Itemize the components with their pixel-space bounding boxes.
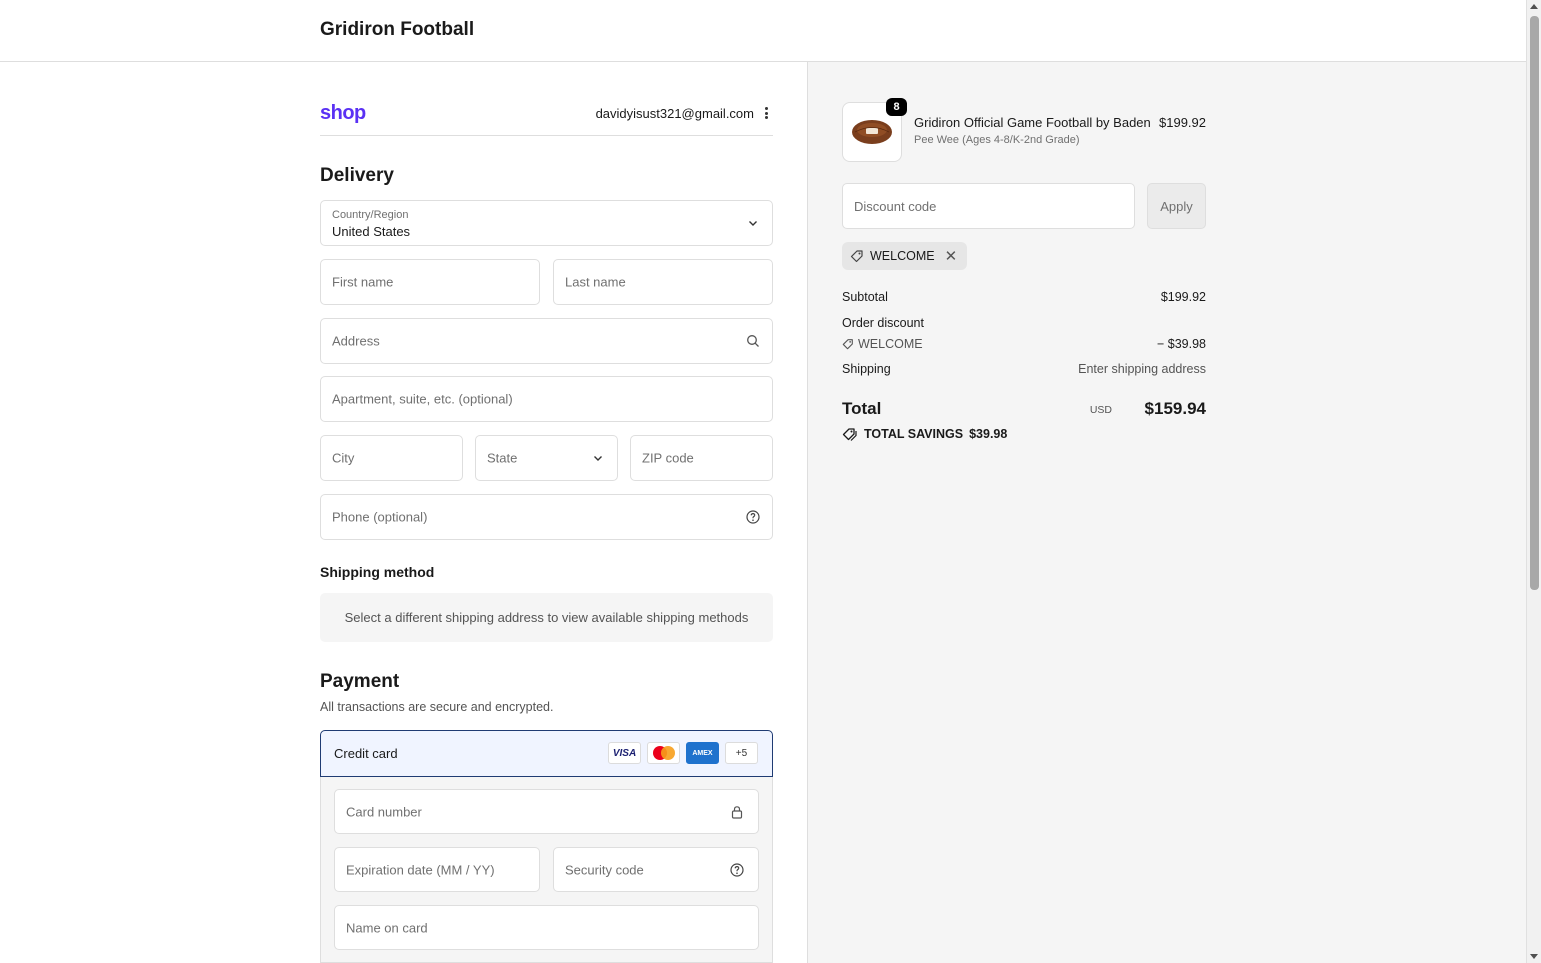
name-on-card-placeholder: Name on card (346, 920, 428, 935)
discount-value: − $39.98 (1156, 337, 1206, 351)
shipping-method-heading: Shipping method (320, 564, 435, 580)
discount-code-row: WELCOME − $39.98 (842, 337, 1206, 353)
country-label: Country/Region (332, 209, 409, 221)
state-placeholder: State (487, 450, 518, 466)
scroll-up-arrow-icon[interactable] (1530, 4, 1538, 9)
shipping-row: Shipping Enter shipping address (842, 362, 1206, 376)
savings-label: TOTAL SAVINGS (864, 427, 964, 441)
card-number-placeholder: Card number (346, 804, 422, 819)
remove-discount-icon[interactable]: ✕ (945, 247, 958, 265)
page-scrollbar[interactable] (1526, 0, 1541, 963)
total-value: $159.94 (1144, 399, 1206, 418)
shop-account-row: shop davidyisust321@gmail.com (320, 102, 773, 136)
credit-card-fields: Card number Expiration date (MM / YY) Se… (320, 777, 773, 963)
shipping-label: Shipping (842, 362, 891, 376)
amex-logo: AMEX (686, 742, 719, 764)
savings-value: $39.98 (969, 427, 1008, 441)
tag-icon (842, 339, 853, 350)
help-circle-icon[interactable] (746, 510, 760, 524)
security-code-placeholder: Security code (565, 862, 644, 877)
payment-subtitle: All transactions are secure and encrypte… (320, 700, 554, 714)
store-name[interactable]: Gridiron Football (320, 19, 474, 41)
scroll-down-arrow-icon[interactable] (1530, 954, 1538, 959)
credit-card-label: Credit card (334, 746, 398, 761)
applied-code-label: WELCOME (870, 249, 935, 263)
city-input[interactable]: City (320, 435, 463, 481)
product-name: Gridiron Official Game Football by Baden (914, 115, 1151, 130)
apartment-input[interactable]: Apartment, suite, etc. (optional) (320, 376, 773, 422)
phone-placeholder: Phone (optional) (332, 509, 428, 525)
savings-tag-icon (842, 428, 857, 441)
discount-placeholder: Discount code (854, 199, 937, 214)
first-name-input[interactable]: First name (320, 259, 540, 305)
order-discount-row: Order discount (842, 316, 1206, 330)
product-variant: Pee Wee (Ages 4-8/K-2nd Grade) (914, 134, 1080, 146)
expiration-input[interactable]: Expiration date (MM / YY) (334, 847, 540, 892)
city-placeholder: City (332, 450, 355, 466)
header: Gridiron Football (0, 0, 1526, 62)
card-number-input[interactable]: Card number (334, 789, 759, 834)
applied-discount-chip: WELCOME ✕ (842, 242, 968, 270)
currency-label: USD (1089, 404, 1112, 416)
mastercard-logo (647, 742, 680, 764)
order-summary: 8 Gridiron Official Game Football by Bad… (808, 62, 1526, 963)
address-input[interactable]: Address (320, 318, 773, 364)
chevron-down-icon (749, 221, 757, 226)
shipping-method-note: Select a different shipping address to v… (320, 593, 773, 642)
quantity-badge: 8 (886, 98, 907, 116)
discount-code-input[interactable]: Discount code (842, 183, 1135, 229)
lock-icon (731, 805, 743, 819)
last-name-input[interactable]: Last name (553, 259, 773, 305)
first-name-placeholder: First name (332, 274, 394, 290)
kebab-menu-icon[interactable] (762, 105, 770, 121)
country-select[interactable]: Country/Region United States (320, 200, 773, 246)
zip-placeholder: ZIP code (642, 450, 694, 466)
subtotal-value: $199.92 (1160, 290, 1206, 304)
order-discount-label: Order discount (842, 316, 924, 330)
tag-icon (850, 250, 863, 263)
state-select[interactable]: State (475, 435, 618, 481)
zip-input[interactable]: ZIP code (630, 435, 773, 481)
checkout-form: shop davidyisust321@gmail.com Delivery C… (0, 62, 808, 963)
apply-button[interactable]: Apply (1147, 183, 1206, 229)
chevron-down-icon (594, 456, 602, 461)
last-name-placeholder: Last name (565, 274, 626, 290)
payment-heading: Payment (320, 671, 400, 692)
more-cards-badge: +5 (725, 742, 758, 764)
account-email: davidyisust321@gmail.com (595, 106, 754, 121)
total-savings: TOTAL SAVINGS $39.98 (842, 427, 1007, 441)
address-placeholder: Address (332, 333, 380, 349)
expiration-placeholder: Expiration date (MM / YY) (346, 862, 495, 877)
search-icon (747, 335, 759, 347)
credit-card-option[interactable]: Credit card VISA AMEX +5 (320, 730, 773, 777)
card-logos: VISA AMEX +5 (608, 742, 758, 764)
subtotal-label: Subtotal (842, 290, 888, 304)
visa-logo: VISA (608, 742, 641, 764)
shipping-value: Enter shipping address (1078, 362, 1206, 376)
discount-code-label: WELCOME (858, 337, 923, 351)
country-value: United States (332, 224, 411, 239)
total-label: Total (842, 399, 882, 418)
help-circle-icon[interactable] (730, 862, 744, 877)
delivery-heading: Delivery (320, 165, 394, 186)
phone-input[interactable]: Phone (optional) (320, 494, 773, 540)
subtotal-row: Subtotal $199.92 (842, 290, 1206, 304)
apartment-placeholder: Apartment, suite, etc. (optional) (332, 391, 513, 407)
name-on-card-input[interactable]: Name on card (334, 905, 759, 950)
scrollbar-thumb[interactable] (1530, 16, 1539, 590)
security-code-input[interactable]: Security code (553, 847, 759, 892)
shop-logo[interactable]: shop (320, 102, 366, 125)
product-price: $199.92 (1159, 115, 1206, 130)
